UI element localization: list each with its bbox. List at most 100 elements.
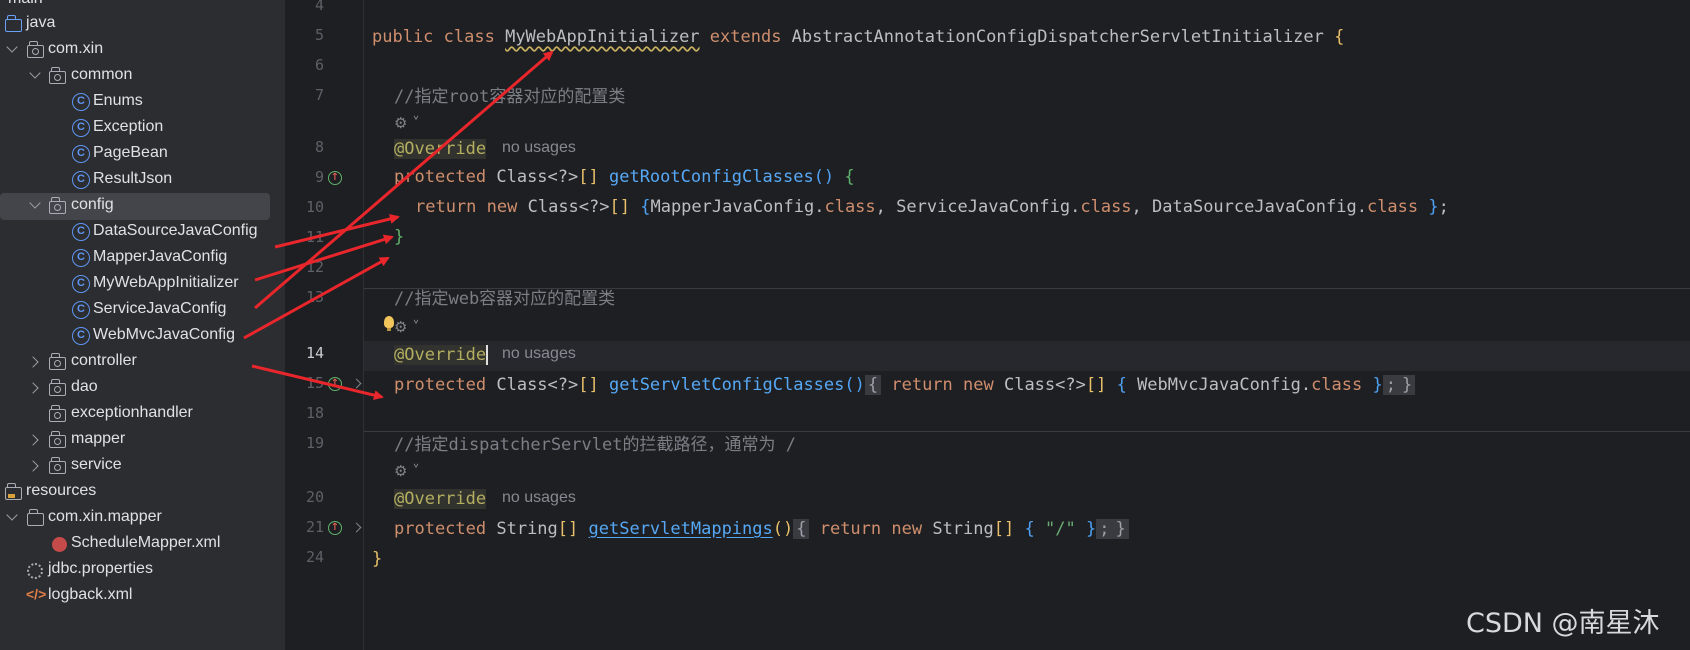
tree-item-controller[interactable]: controller bbox=[0, 349, 285, 376]
ai-assist-icon[interactable]: ⚙ ˅ bbox=[394, 462, 420, 480]
folded-brace[interactable]: } bbox=[1399, 375, 1416, 395]
brace: { bbox=[1024, 519, 1035, 539]
keyword: class bbox=[1311, 375, 1363, 395]
csdn-watermark: CSDN @南星沐 bbox=[1466, 608, 1660, 639]
code-line-5[interactable]: public class MyWebAppInitializer extends… bbox=[372, 26, 1344, 48]
code-line-11[interactable]: } bbox=[394, 226, 404, 248]
ai-assist-icon[interactable]: ⚙ ˅ bbox=[394, 114, 420, 132]
tree-item-label: exceptionhandler bbox=[71, 404, 193, 421]
class-icon: C bbox=[72, 301, 90, 319]
tree-item-enums[interactable]: C Enums bbox=[0, 89, 285, 116]
tree-item-label: MapperJavaConfig bbox=[93, 248, 228, 265]
tree-item-exceptionhandler[interactable]: exceptionhandler bbox=[0, 401, 285, 428]
tree-item-label: DataSourceJavaConfig bbox=[93, 222, 258, 239]
brace: { bbox=[1116, 375, 1127, 395]
class-name: MyWebAppInitializer bbox=[505, 27, 700, 47]
package-icon bbox=[49, 353, 66, 370]
tree-item-java[interactable]: java bbox=[0, 11, 285, 38]
tree-item-label: ResultJson bbox=[93, 170, 173, 187]
type: Class<?> bbox=[527, 197, 610, 217]
tree-item-config[interactable]: config bbox=[0, 193, 270, 220]
lightbulb-icon[interactable] bbox=[384, 316, 394, 331]
keyword: protected bbox=[394, 167, 497, 187]
line-number: 11 bbox=[305, 228, 324, 246]
chevron-down-icon[interactable] bbox=[29, 197, 41, 209]
class-icon: C bbox=[72, 223, 90, 241]
tree-item-schedulemapper-xml[interactable]: ScheduleMapper.xml bbox=[0, 531, 285, 558]
line-number: 13 bbox=[305, 288, 324, 306]
tree-item-mapper[interactable]: mapper bbox=[0, 427, 285, 454]
override-gutter-icon[interactable]: ↑ bbox=[328, 377, 342, 391]
code-editor[interactable]: public class MyWebAppInitializer extends… bbox=[364, 0, 1690, 650]
usages-hint[interactable]: no usages bbox=[502, 489, 576, 507]
chevron-down-icon[interactable] bbox=[29, 67, 41, 79]
keyword: new bbox=[486, 197, 528, 217]
tree-item-logback-xml[interactable]: </> logback.xml bbox=[0, 583, 285, 610]
tree-item-label: mapper bbox=[71, 430, 126, 447]
comment-web-config: //指定web容器对应的配置类 bbox=[394, 289, 616, 309]
code-line-21[interactable]: protected String[] getServletMappings(){… bbox=[394, 518, 1129, 540]
code-line-9[interactable]: protected Class<?>[] getRootConfigClasse… bbox=[394, 166, 855, 188]
chevron-right-icon[interactable] bbox=[27, 434, 39, 446]
tree-item-label: ServiceJavaConfig bbox=[93, 300, 227, 317]
tree-item-label: WebMvcJavaConfig bbox=[93, 326, 235, 343]
bracket: [] bbox=[1085, 375, 1117, 395]
tree-item-resultjson[interactable]: C ResultJson bbox=[0, 167, 285, 194]
line-number: 5 bbox=[314, 26, 324, 44]
usages-hint[interactable]: no usages bbox=[502, 139, 576, 157]
method-name: getRootConfigClasses bbox=[608, 167, 814, 187]
override-gutter-icon[interactable]: ↑ bbox=[328, 521, 342, 535]
tree-item-com-xin-mapper[interactable]: com.xin.mapper bbox=[0, 505, 285, 532]
folded-brace[interactable]: { bbox=[793, 519, 810, 539]
class-icon: C bbox=[72, 249, 90, 267]
tree-item-datasourcejavaconfig[interactable]: C DataSourceJavaConfig bbox=[0, 219, 285, 246]
line-number: 15 bbox=[305, 374, 324, 392]
tree-item-mapperjavaconfig[interactable]: C MapperJavaConfig bbox=[0, 245, 285, 272]
override-annotation: @Override bbox=[394, 344, 489, 366]
tree-item-label: Exception bbox=[93, 118, 164, 135]
chevron-down-icon[interactable] bbox=[6, 41, 18, 53]
tree-item-common[interactable]: common bbox=[0, 63, 285, 90]
tree-item-label: common bbox=[71, 66, 133, 83]
code-line-15[interactable]: protected Class<?>[] getServletConfigCla… bbox=[394, 374, 1416, 396]
chevron-right-icon[interactable] bbox=[27, 460, 39, 472]
brace: } bbox=[1372, 375, 1383, 395]
tree-item-mywebappinitializer[interactable]: C MyWebAppInitializer bbox=[0, 271, 285, 298]
tree-item-label: config bbox=[71, 196, 114, 213]
line-number: 10 bbox=[305, 198, 324, 216]
usages-hint[interactable]: no usages bbox=[502, 345, 576, 363]
tree-item-pagebean[interactable]: C PageBean bbox=[0, 141, 285, 168]
code-line-24[interactable]: } bbox=[372, 548, 382, 570]
chevron-down-icon[interactable] bbox=[6, 509, 18, 521]
package-icon bbox=[49, 431, 66, 448]
code-line-10[interactable]: return new Class<?>[] {MapperJavaConfig.… bbox=[415, 196, 1449, 218]
tree-item-com-xin[interactable]: com.xin bbox=[0, 37, 285, 64]
type: Class<?> bbox=[496, 167, 579, 187]
tree-item-resources[interactable]: resources bbox=[0, 479, 285, 506]
tree-item-label: logback.xml bbox=[48, 586, 133, 603]
package-icon bbox=[49, 67, 66, 84]
ai-assist-icon[interactable]: ⚙ ˅ bbox=[394, 318, 420, 336]
tree-item-label: com.xin bbox=[48, 40, 104, 57]
chevron-right-icon[interactable] bbox=[27, 356, 39, 368]
override-gutter-icon[interactable]: ↑ bbox=[328, 171, 342, 185]
tree-item-label: com.xin.mapper bbox=[48, 508, 162, 525]
folded-brace[interactable]: } bbox=[1112, 519, 1129, 539]
tree-item-label: service bbox=[71, 456, 122, 473]
tree-item-jdbc-properties[interactable]: jdbc.properties bbox=[0, 557, 285, 584]
tree-item-service[interactable]: service bbox=[0, 453, 285, 480]
tree-item-dao[interactable]: dao bbox=[0, 375, 285, 402]
tree-item-webmvcjavaconfig[interactable]: C WebMvcJavaConfig bbox=[0, 323, 285, 350]
class-ref: MapperJavaConfig. bbox=[650, 197, 825, 217]
bracket: [] bbox=[609, 197, 641, 217]
tree-item-servicejavaconfig[interactable]: C ServiceJavaConfig bbox=[0, 297, 285, 324]
tree-item-label: dao bbox=[71, 378, 98, 395]
chevron-right-icon[interactable] bbox=[27, 382, 39, 394]
tree-item-exception[interactable]: C Exception bbox=[0, 115, 285, 142]
properties-file-icon bbox=[27, 563, 43, 579]
folded-brace[interactable]: { bbox=[864, 375, 882, 395]
